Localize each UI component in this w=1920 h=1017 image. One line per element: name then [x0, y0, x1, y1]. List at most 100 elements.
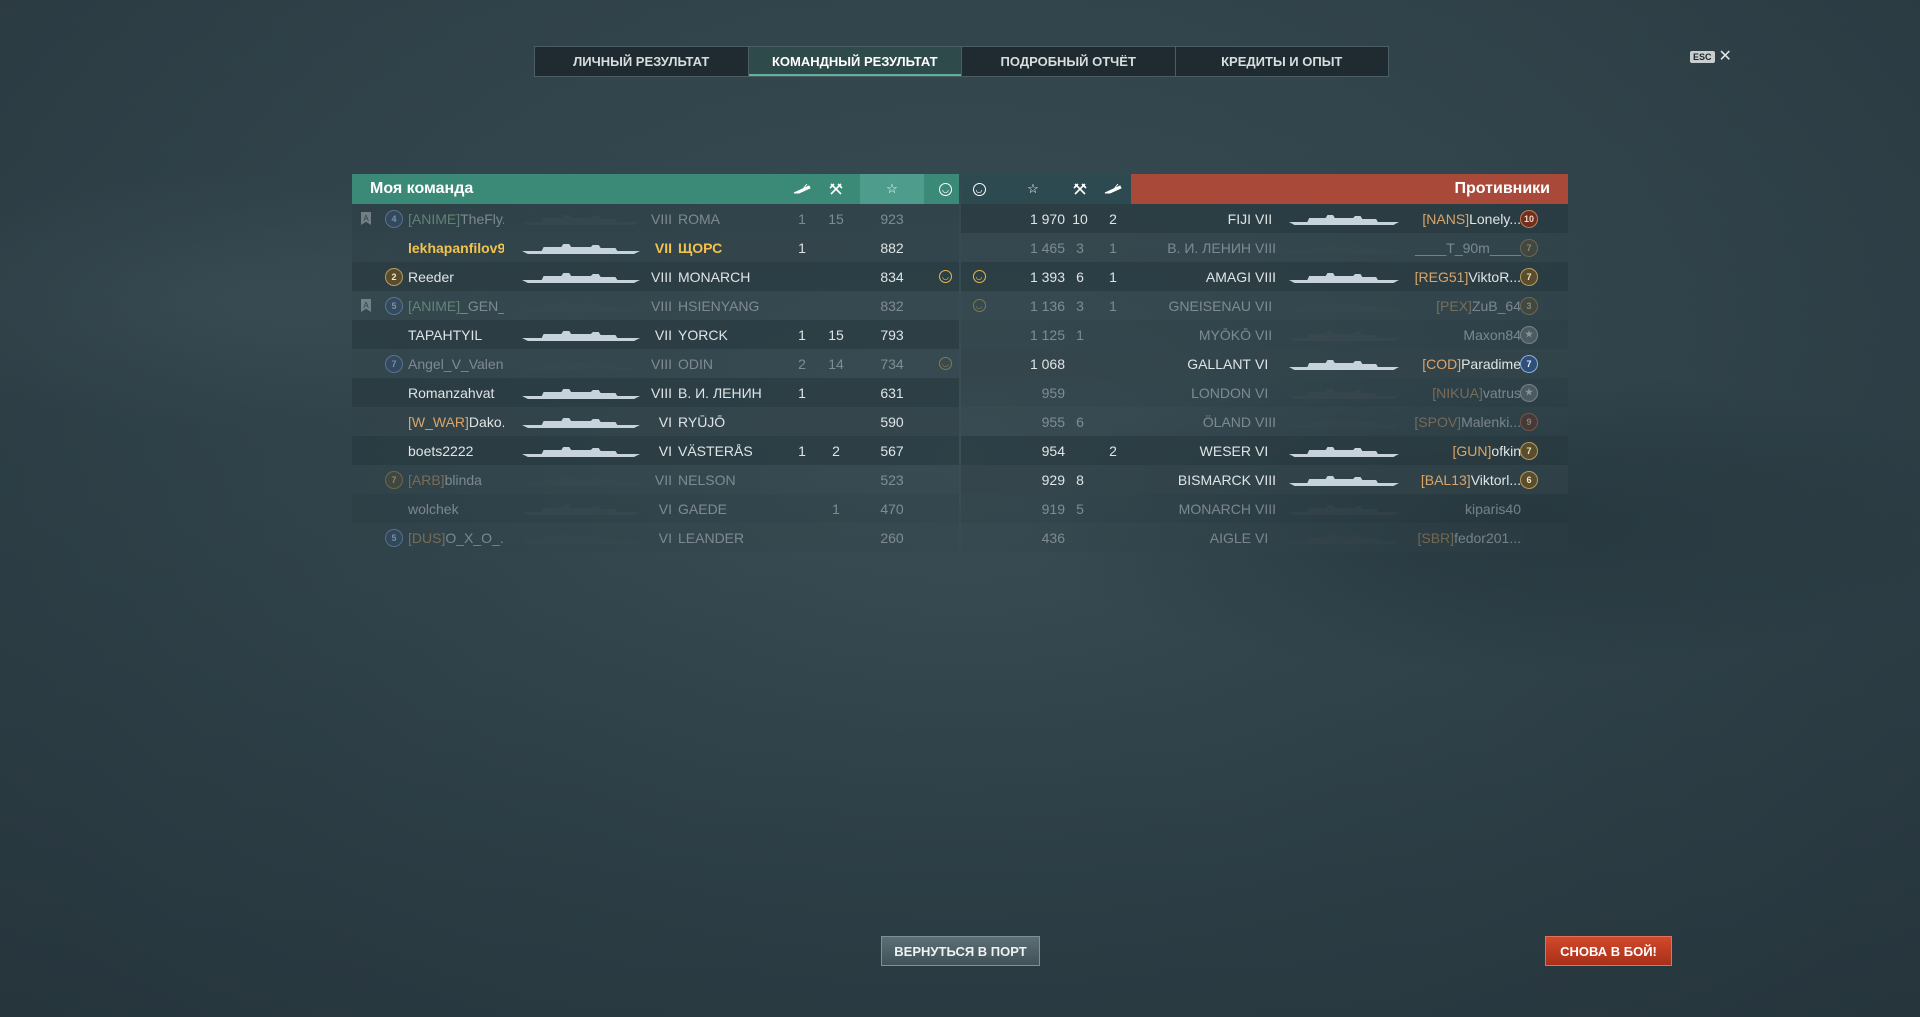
score-value: 1 136: [1029, 297, 1065, 314]
rank-badge: 5: [385, 523, 403, 552]
enemy-player-row[interactable]: 1 068 GALLANT VI [COD] Paradime 7: [961, 349, 1568, 378]
planes-shot-value: 1: [1109, 268, 1117, 285]
rank-badge-icon: 5: [385, 528, 403, 547]
ship-name-cell: HSIENYANG: [678, 291, 788, 320]
enemy-player-row[interactable]: 959 LONDON VI [NIKUA] vatrus ★: [961, 378, 1568, 407]
planes-shot-value: [788, 407, 816, 436]
tab-detailed-report[interactable]: ПОДРОБНЫЙ ОТЧЁТ: [962, 47, 1176, 76]
ship-tier: VIII: [650, 384, 672, 401]
division-flag: A: [361, 204, 373, 233]
player-name-cell: ____T_90m____: [1401, 233, 1521, 262]
tab-personal-result[interactable]: ЛИЧНЫЙ РЕЗУЛЬТАТ: [535, 47, 749, 76]
tab-credits-xp[interactable]: КРЕДИТЫ И ОПЫТ: [1176, 47, 1389, 76]
ship-tier: VII: [1255, 326, 1273, 343]
planes-shot-value: 1: [1109, 297, 1117, 314]
ship-name-cell: GNEISENAU: [1131, 291, 1251, 320]
ship-tier: VIII: [1255, 471, 1277, 488]
player-row[interactable]: boets2222 VI VÄSTERÅS 1 2 567: [352, 436, 959, 465]
planes-shot-value: 1: [798, 210, 806, 227]
player-row[interactable]: wolchek VI GAEDE 1 470: [352, 494, 959, 523]
ship-name: MONARCH: [1178, 500, 1251, 517]
player-row[interactable]: [W_WAR]Dako... VI RYŪJŌ 590: [352, 407, 959, 436]
ship-tier-cell: VII: [644, 320, 672, 349]
ship-silhouette-icon: [522, 465, 644, 494]
enemy-player-row[interactable]: 1 125 1 MYŌKŌ VII Maxon84 ★: [961, 320, 1568, 349]
player-name: ZuB_64: [1471, 297, 1521, 314]
ship-tier: VIII: [1255, 413, 1277, 430]
ship-name: GALLANT: [1187, 355, 1251, 372]
ship-silhouette-icon: [1279, 465, 1399, 494]
tab-team-result[interactable]: КОМАНДНЫЙ РЕЗУЛЬТАТ: [748, 47, 962, 76]
player-row[interactable]: A 4 [ANIME]TheFly... VIII ROMA 1 15 923: [352, 204, 959, 233]
rank-badge-icon: 7: [1520, 267, 1538, 286]
planes-shot-value: [788, 523, 816, 552]
ship-name-cell: GALLANT: [1131, 349, 1251, 378]
player-row[interactable]: 7 [ARB] blinda VII NELSON 523: [352, 465, 959, 494]
close-button[interactable]: ESC ✕: [1690, 49, 1732, 65]
ships-destroyed-value: 15: [828, 326, 844, 343]
score-value: 929: [1041, 471, 1065, 488]
player-row[interactable]: 7 Angel_V_Valen... VIII ODIN 2 14 734 ◡: [352, 349, 959, 378]
planes-shot-value: 1: [798, 384, 806, 401]
rank-badge-icon: 7: [385, 470, 403, 489]
player-name: ____T_90m____: [1415, 239, 1521, 256]
score-value: 954: [1041, 442, 1065, 459]
my-team-header: Моя команда ☆ ◡: [352, 174, 959, 204]
clan-tag: [PEX]: [1436, 297, 1472, 314]
dreadnought-cell: ◡: [965, 291, 993, 320]
ship-silhouette-icon: [1279, 523, 1399, 552]
return-to-port-button[interactable]: ВЕРНУТЬСЯ В ПОРТ: [881, 936, 1040, 966]
ships-destroyed-value: [1066, 378, 1094, 407]
enemy-player-row[interactable]: 919 5 MONARCH VIII kiparis40: [961, 494, 1568, 523]
ships-destroyed-value: [822, 291, 850, 320]
ship-name: MONARCH: [678, 268, 751, 285]
ship-tier-cell: VIII: [644, 349, 672, 378]
score-value: 1 465: [1029, 239, 1065, 256]
planes-shot-value: [1099, 320, 1127, 349]
player-name-cell: [NANS] Lonely...: [1401, 204, 1521, 233]
player-name-cell: [PEX] ZuB_64: [1401, 291, 1521, 320]
ship-name: WESER: [1199, 442, 1251, 459]
player-row[interactable]: 2 Reeder VIII MONARCH 834 ◡: [352, 262, 959, 291]
dreadnought-cell: ◡: [965, 262, 993, 291]
clan-tag: [COD]: [1422, 355, 1462, 372]
ship-tier: VIII: [1255, 500, 1277, 517]
ships-destroyed-icon: [822, 174, 850, 204]
enemy-player-row[interactable]: 436 AIGLE VI [SBR] fedor201...: [961, 523, 1568, 552]
player-row[interactable]: A 5 [ANIME]_GEN_... VIII HSIENYANG 832: [352, 291, 959, 320]
ships-destroyed-value: 6: [1076, 413, 1084, 430]
ship-tier: VI: [1255, 384, 1269, 401]
enemy-player-row[interactable]: 954 2 WESER VI [GUN] ofkin 7: [961, 436, 1568, 465]
ship-name-cell: LONDON: [1131, 378, 1251, 407]
player-row[interactable]: Romanzahvat VIII В. И. ЛЕНИН 1 631: [352, 378, 959, 407]
ships-destroyed-value: [822, 233, 850, 262]
battle-again-button[interactable]: СНОВА В БОЙ!: [1545, 936, 1672, 966]
ship-silhouette-icon: [1279, 262, 1399, 291]
ship-name: AMAGI: [1205, 268, 1251, 285]
ship-tier-cell: VI: [644, 494, 672, 523]
score-value: 260: [880, 529, 904, 546]
rank-badge: ★: [1519, 378, 1539, 407]
player-name-cell: Reeder: [408, 262, 504, 291]
ship-name-cell: ÖLAND: [1131, 407, 1251, 436]
ship-tier: VIII: [1255, 239, 1277, 256]
enemy-player-row[interactable]: 955 6 ÖLAND VIII [SPOV] Malenki... 9: [961, 407, 1568, 436]
enemy-player-row[interactable]: 1 970 10 2 FIJI VII [NANS] Lonely... 10: [961, 204, 1568, 233]
enemy-player-row[interactable]: ◡ 1 136 3 1 GNEISENAU VII [PEX] ZuB_64 3: [961, 291, 1568, 320]
enemy-player-row[interactable]: ◡ 1 393 6 1 AMAGI VIII [REG51] ViktoR... 7: [961, 262, 1568, 291]
rank-badge: 5: [385, 291, 403, 320]
score-value: 470: [880, 500, 904, 517]
player-row[interactable]: 5 [DUS]O_X_O_... VI LEANDER 260: [352, 523, 959, 552]
rank-badge: 10: [1519, 204, 1539, 233]
dreadnought-icon: ◡: [939, 270, 952, 283]
enemy-player-row[interactable]: 929 8 BISMARCK VIII [BAL13] Viktorl... 6: [961, 465, 1568, 494]
ship-name-cell: LEANDER: [678, 523, 788, 552]
enemy-player-row[interactable]: 1 465 3 1 В. И. ЛЕНИН VIII ____T_90m____ 7: [961, 233, 1568, 262]
planes-shot-value: [1099, 349, 1127, 378]
player-row[interactable]: lekhapanfilov90 VII ЩОРС 1 882: [352, 233, 959, 262]
player-name: Dako...: [468, 413, 504, 430]
player-row[interactable]: TAPAHTYIL VII YORCK 1 15 793: [352, 320, 959, 349]
score-value: 590: [880, 413, 904, 430]
player-name-cell: [ANIME]TheFly...: [408, 204, 504, 233]
enemy-team-header: ◡ ☆ Противники: [961, 174, 1568, 204]
